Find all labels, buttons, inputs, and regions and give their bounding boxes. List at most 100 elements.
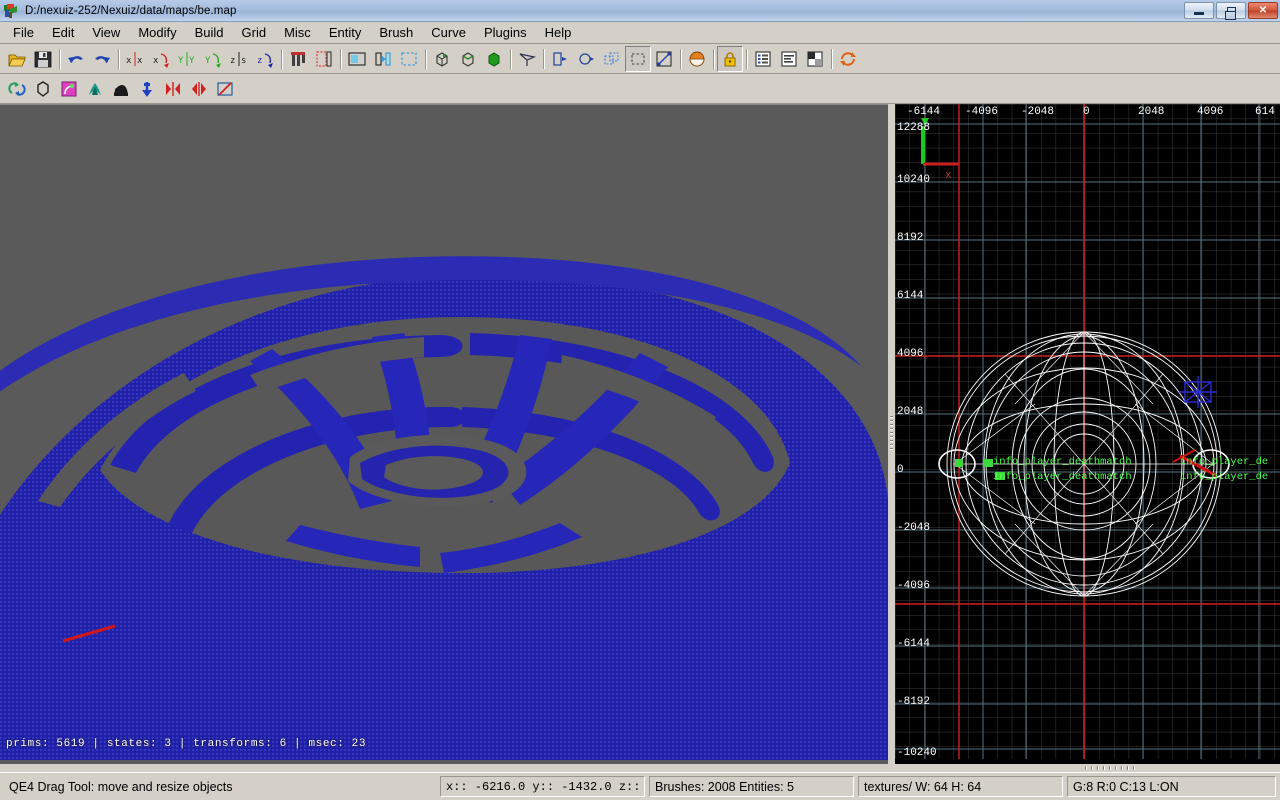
sphere-icon: [687, 49, 707, 69]
redo-button[interactable]: [89, 46, 115, 72]
entity-label-0: info_player_deathmatch: [993, 456, 1132, 468]
patch-weld-button[interactable]: [212, 76, 238, 102]
close-icon: ✕: [1258, 5, 1268, 16]
toolbar-separator: [56, 48, 63, 70]
select-inside-icon: [399, 49, 419, 69]
flip-x-button[interactable]: xx: [122, 46, 148, 72]
save-file-button[interactable]: [30, 46, 56, 72]
flip-z-icon: zs: [229, 49, 249, 69]
undo-button[interactable]: [63, 46, 89, 72]
patch-cylinder-button[interactable]: [30, 76, 56, 102]
select-partial-icon: [576, 49, 596, 69]
cube-outline-icon: [458, 49, 478, 69]
y-tick-label-2: 8192: [897, 232, 924, 244]
menu-modify[interactable]: Modify: [129, 23, 185, 42]
flip-y-button[interactable]: YY: [174, 46, 200, 72]
rotate-y-icon: Y: [203, 49, 223, 69]
padlock-icon: [720, 49, 740, 69]
rotate-z-button[interactable]: z: [252, 46, 278, 72]
menu-brush[interactable]: Brush: [370, 23, 422, 42]
horizontal-splitter[interactable]: [0, 764, 1280, 772]
console-button[interactable]: [776, 46, 802, 72]
status-brush-count: Brushes: 2008 Entities: 5: [649, 776, 854, 797]
minimize-icon: [1194, 12, 1204, 15]
xy-top-view[interactable]: x -6144 -4096 -2048 0 2048 4096 614 1228…: [895, 104, 1280, 764]
patch-mirror-y-button[interactable]: [186, 76, 212, 102]
y-tick-label-10: -8192: [897, 696, 931, 708]
select-partial-button[interactable]: [573, 46, 599, 72]
menu-build[interactable]: Build: [186, 23, 233, 42]
entity-label-2: info_player_de: [1180, 456, 1269, 468]
patch-bend-button[interactable]: [4, 76, 30, 102]
patch-insert-button[interactable]: [134, 76, 160, 102]
x-tick-label-1: -4096: [965, 106, 999, 118]
entity-label-1: info_player_deathmatch: [993, 471, 1132, 483]
rotate-x-button[interactable]: x: [148, 46, 174, 72]
horizontal-splitter-grip: [1085, 766, 1135, 770]
x-tick-label-0: -6144: [907, 106, 941, 118]
patch-mirror-x-button[interactable]: [160, 76, 186, 102]
camera-button[interactable]: [514, 46, 540, 72]
select-inside-button[interactable]: [396, 46, 422, 72]
svg-text:x: x: [137, 56, 143, 66]
y-tick-label-5: 2048: [897, 406, 924, 418]
rotate-y-button[interactable]: Y: [200, 46, 226, 72]
vertical-splitter[interactable]: [888, 104, 895, 764]
x-tick-label-4: 2048: [1138, 106, 1165, 118]
menu-entity[interactable]: Entity: [320, 23, 371, 42]
minimize-button[interactable]: [1184, 2, 1214, 19]
camera-view[interactable]: prims: 5619 | states: 3 | transforms: 6 …: [0, 104, 888, 764]
connect-entities-button[interactable]: [311, 46, 337, 72]
texture-browser-button[interactable]: [802, 46, 828, 72]
patch-sphere-button[interactable]: [684, 46, 710, 72]
toolbar-separator: [422, 48, 429, 70]
flip-z-button[interactable]: zs: [226, 46, 252, 72]
menu-misc[interactable]: Misc: [275, 23, 320, 42]
status-bar: QE4 Drag Tool: move and resize objects x…: [0, 772, 1280, 800]
show-entities-icon: [347, 49, 367, 69]
radiant-main-window: D:/nexuiz-252/Nexuiz/data/maps/be.map ✕ …: [0, 0, 1280, 800]
selection-dashed-button[interactable]: [625, 45, 651, 72]
patch-end-cap-button[interactable]: [56, 76, 82, 102]
open-file-button[interactable]: [4, 46, 30, 72]
select-touching-button[interactable]: [547, 46, 573, 72]
bend-arrows-icon: [7, 79, 27, 99]
menu-plugins[interactable]: Plugins: [475, 23, 536, 42]
svg-text:x: x: [126, 56, 132, 66]
menu-curve[interactable]: Curve: [422, 23, 475, 42]
clipper-button[interactable]: [285, 46, 311, 72]
rotate-x-icon: x: [151, 49, 171, 69]
change-view-button[interactable]: [370, 46, 396, 72]
select-touching-icon: [550, 49, 570, 69]
menu-help[interactable]: Help: [536, 23, 581, 42]
y-tick-label-8: -4096: [897, 580, 931, 592]
close-button[interactable]: ✕: [1248, 2, 1278, 19]
floppy-save-icon: [33, 49, 53, 69]
y-tick-label-3: 6144: [897, 290, 924, 302]
menu-file[interactable]: File: [4, 23, 43, 42]
scale-diagonal-button[interactable]: [651, 46, 677, 72]
select-complete-button[interactable]: [599, 46, 625, 72]
app-icon: [3, 3, 19, 19]
entity-inspector-button[interactable]: [750, 46, 776, 72]
texture-lock-button[interactable]: [717, 45, 743, 72]
cubic-clip-button[interactable]: [429, 46, 455, 72]
mirror-y-icon: [189, 79, 209, 99]
menu-grid[interactable]: Grid: [233, 23, 276, 42]
cube-outline-button[interactable]: [455, 46, 481, 72]
y-tick-label-7: -2048: [897, 522, 931, 534]
menu-edit[interactable]: Edit: [43, 23, 83, 42]
menu-view[interactable]: View: [83, 23, 129, 42]
show-entities-button[interactable]: [344, 46, 370, 72]
toolbar-separator: [115, 48, 122, 70]
patch-bevel-button[interactable]: [82, 76, 108, 102]
refresh-button[interactable]: [835, 46, 861, 72]
cube-filled-button[interactable]: [481, 46, 507, 72]
svg-text:z: z: [257, 56, 262, 66]
maximize-button[interactable]: [1216, 2, 1246, 20]
y-tick-label-4: 4096: [897, 348, 924, 360]
toolbar-separator: [743, 48, 750, 70]
insert-arrow-icon: [137, 79, 157, 99]
patch-cone-button[interactable]: [108, 76, 134, 102]
window-title: D:/nexuiz-252/Nexuiz/data/maps/be.map: [25, 4, 237, 17]
